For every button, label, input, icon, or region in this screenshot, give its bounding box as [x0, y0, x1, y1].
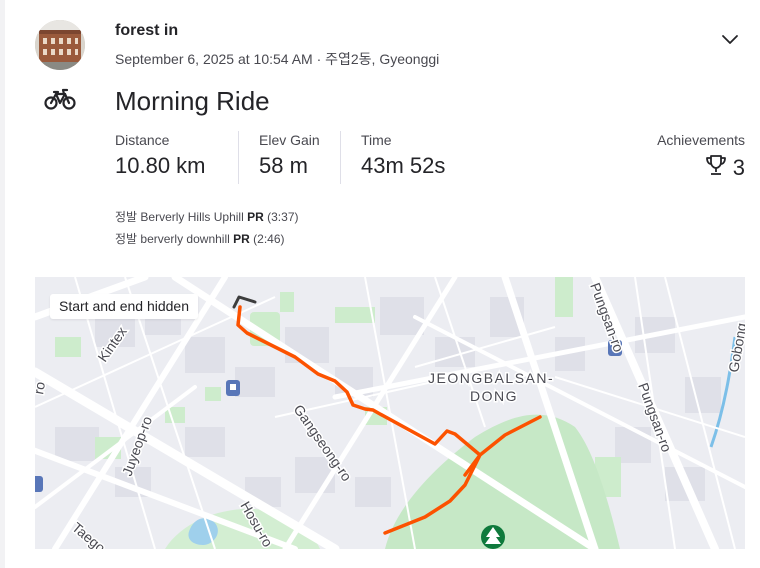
bicycle-icon	[44, 88, 76, 112]
stat-label: Elev Gain	[259, 132, 320, 148]
achievements-count: 3	[732, 155, 745, 180]
subway-station-icon	[226, 380, 240, 396]
achievements-label: Achievements	[657, 132, 745, 148]
pr-badge: PR	[247, 210, 264, 224]
stat-divider	[340, 131, 341, 184]
athlete-name[interactable]: forest in	[115, 22, 178, 40]
avatar[interactable]	[35, 20, 85, 70]
stat-elev-gain: Elev Gain 58 m	[259, 132, 320, 179]
subway-station-icon	[35, 476, 43, 492]
stat-divider	[238, 131, 239, 184]
stat-value: 10.80 km	[115, 153, 206, 178]
stat-value: 58 m	[259, 153, 308, 178]
stat-value: 43m 52s	[361, 153, 446, 178]
avatar-photo	[35, 20, 85, 70]
segment-name: 정발 berverly downhill	[115, 232, 230, 246]
stat-label: Distance	[115, 132, 170, 148]
segment-efforts: 정발 Berverly Hills Uphill PR (3:37) 정발 be…	[115, 206, 299, 250]
chevron-down-icon[interactable]	[718, 30, 742, 50]
privacy-zone-label: Start and end hidden	[50, 294, 198, 319]
stat-label: Time	[361, 132, 392, 148]
segment-time: (3:37)	[267, 210, 299, 224]
trophy-icon	[705, 153, 727, 183]
left-edge-rule	[0, 0, 5, 568]
route-map[interactable]: JEONGBALSAN- DONG Kintex Juyeop-ro Gangs…	[35, 277, 745, 549]
activity-date-location: September 6, 2025 at 10:54 AM · 주엽2동, Gy…	[115, 51, 440, 67]
stat-time: Time 43m 52s	[361, 132, 445, 179]
segment-effort[interactable]: 정발 Berverly Hills Uphill PR (3:37)	[115, 206, 299, 228]
pr-badge: PR	[233, 232, 250, 246]
map-label-district: JEONGBALSAN-	[428, 370, 554, 386]
tree-icon	[481, 525, 505, 549]
map-label-district: DONG	[470, 388, 518, 404]
segment-name: 정발 Berverly Hills Uphill	[115, 210, 244, 224]
achievements[interactable]: Achievements 3	[657, 132, 745, 183]
segment-effort[interactable]: 정발 berverly downhill PR (2:46)	[115, 228, 299, 250]
stat-distance: Distance 10.80 km	[115, 132, 206, 179]
segment-time: (2:46)	[253, 232, 285, 246]
activity-title[interactable]: Morning Ride	[115, 86, 270, 117]
